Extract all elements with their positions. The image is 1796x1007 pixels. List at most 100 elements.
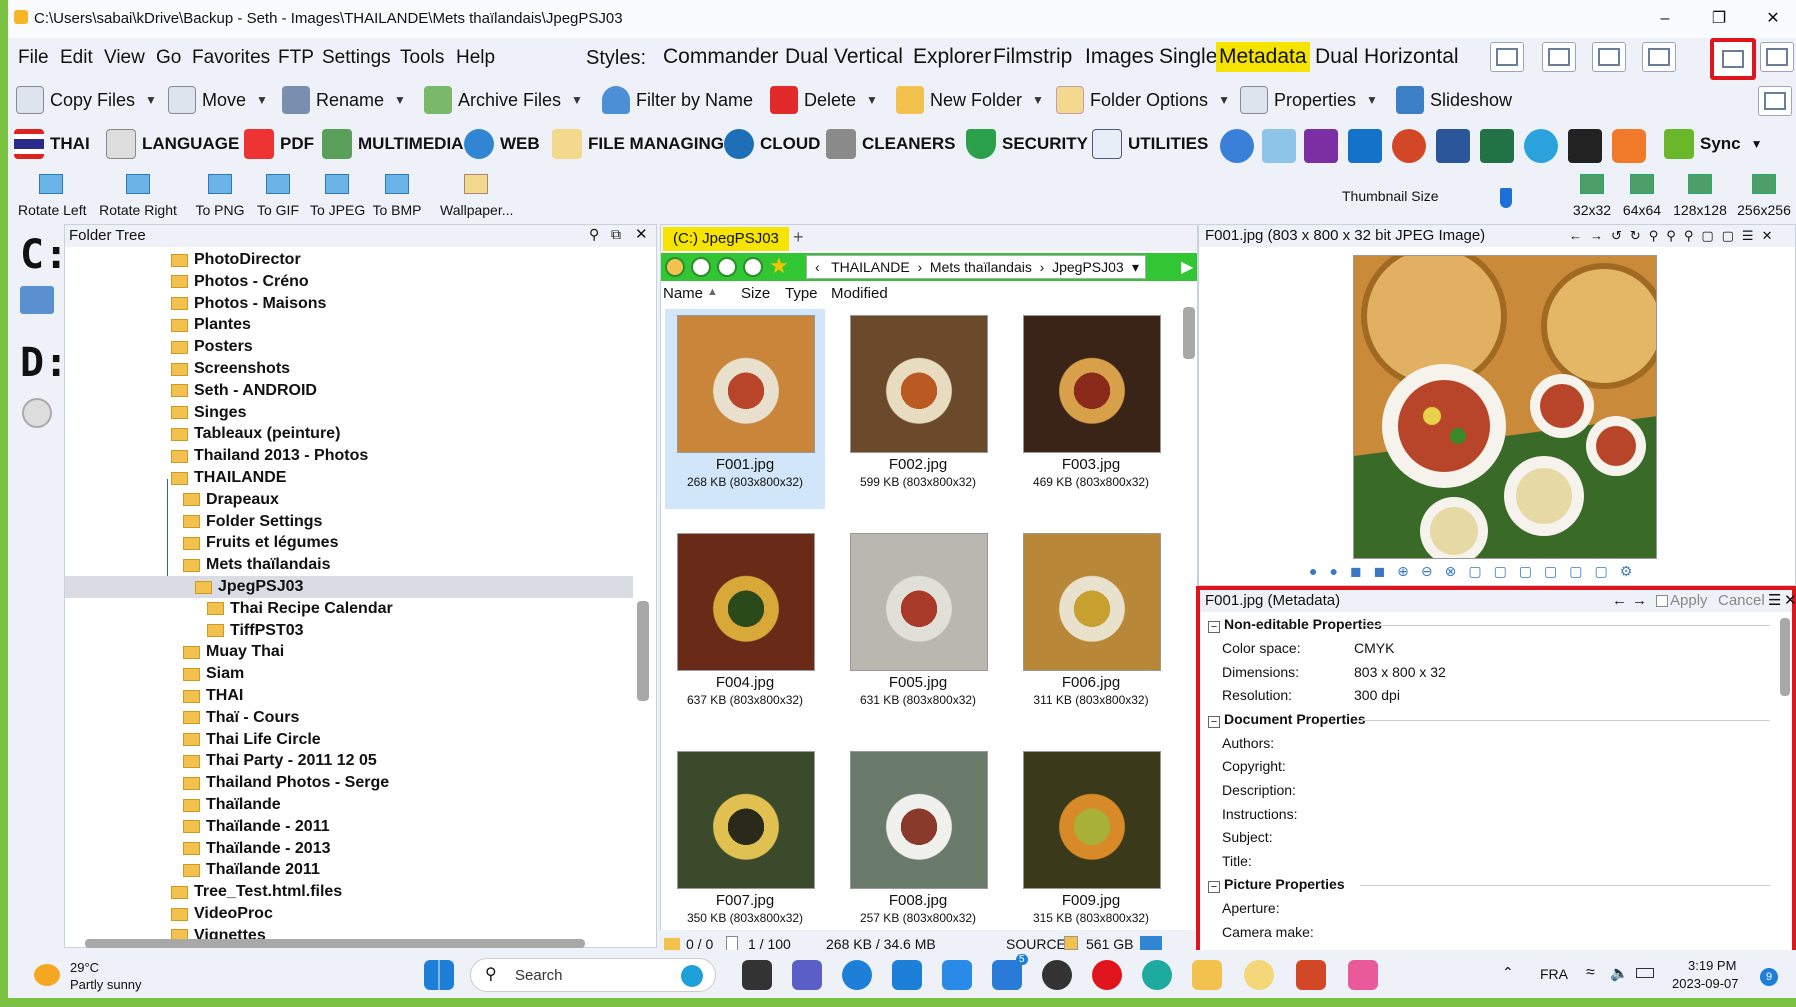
- tree-item[interactable]: Drapeaux: [183, 489, 279, 511]
- tree-item[interactable]: Posters: [171, 336, 253, 358]
- file-vertical-scrollbar[interactable]: [1183, 307, 1195, 359]
- apply-button[interactable]: Apply: [1670, 590, 1708, 612]
- new-folder-button[interactable]: New Folder ▼: [896, 82, 1044, 118]
- menu-view[interactable]: View: [104, 47, 145, 69]
- tree-item[interactable]: Thaïlande 2011: [183, 859, 320, 881]
- style-filmstrip[interactable]: Filmstrip: [990, 42, 1075, 72]
- to-jpeg-button[interactable]: To JPEG: [310, 168, 365, 224]
- tree-item[interactable]: Thaïlande: [183, 794, 281, 816]
- chevron-down-icon[interactable]: ▾: [1132, 256, 1139, 278]
- tree-item[interactable]: TiffPST03: [207, 620, 304, 642]
- collapse-icon[interactable]: −: [1208, 621, 1220, 633]
- tree-vertical-scrollbar[interactable]: [637, 601, 649, 701]
- col-size[interactable]: Size: [741, 285, 770, 302]
- powerpoint-icon[interactable]: [1392, 129, 1426, 163]
- metadata-section[interactable]: − Picture Properties: [1208, 876, 1345, 894]
- drive-d[interactable]: D:: [20, 340, 68, 386]
- windows-start-icon[interactable]: [424, 960, 454, 990]
- style-metadata[interactable]: Metadata: [1216, 42, 1310, 72]
- close-tree-icon[interactable]: ✕: [635, 225, 648, 243]
- file-thumbnail[interactable]: F009.jpg 315 KB (803x800x32): [1011, 745, 1171, 945]
- layout-check-icon[interactable]: [1490, 42, 1524, 72]
- menu-favorites[interactable]: Favorites: [192, 47, 270, 69]
- size-128-button[interactable]: 128x128: [1670, 168, 1730, 224]
- next-file-icon[interactable]: →: [1632, 590, 1647, 612]
- tree-item[interactable]: Photos - Créno: [171, 271, 309, 293]
- category-file-managing[interactable]: FILE MANAGING: [552, 126, 724, 162]
- copy-files-button[interactable]: Copy Files ▼: [16, 82, 157, 118]
- metadata-scrollbar[interactable]: [1780, 618, 1790, 696]
- weather-temp[interactable]: 29°C: [70, 960, 99, 975]
- wallpaper-button[interactable]: Wallpaper...: [440, 168, 513, 224]
- file-thumbnail[interactable]: F006.jpg 311 KB (803x800x32): [1011, 527, 1171, 727]
- category-pdf[interactable]: PDF: [244, 126, 314, 162]
- menu-ftp[interactable]: FTP: [278, 47, 314, 69]
- close-window-button[interactable]: ✕: [1756, 6, 1790, 32]
- size-256-button[interactable]: 256x256: [1734, 168, 1794, 224]
- category-cloud[interactable]: CLOUD: [724, 126, 820, 162]
- tree-item[interactable]: Photos - Maisons: [171, 293, 326, 315]
- col-type[interactable]: Type: [785, 285, 818, 302]
- teams-icon[interactable]: [792, 960, 822, 990]
- clock-time[interactable]: 3:19 PM: [1688, 958, 1736, 973]
- menu-file[interactable]: File: [18, 47, 49, 69]
- explorer-icon[interactable]: [1192, 960, 1222, 990]
- prev-file-icon[interactable]: ←: [1612, 590, 1627, 612]
- menu-icon[interactable]: ☰: [1768, 590, 1781, 612]
- favorite-star-icon[interactable]: ★: [769, 253, 789, 279]
- wifi-icon[interactable]: ≈: [1586, 964, 1595, 982]
- tree-item[interactable]: THAILANDE: [171, 467, 286, 489]
- layout-preview-icon[interactable]: [1592, 42, 1626, 72]
- pane-settings-icon[interactable]: [1758, 86, 1792, 116]
- tree-item[interactable]: VideoProc: [171, 903, 273, 925]
- tab-jpegpsj03[interactable]: (C:) JpegPSJ03: [663, 227, 789, 251]
- style-explorer[interactable]: Explorer: [910, 42, 994, 72]
- metadata-value[interactable]: CMYK: [1354, 640, 1394, 656]
- file-thumbnail[interactable]: F004.jpg 637 KB (803x800x32): [665, 527, 825, 727]
- collapse-icon[interactable]: −: [1208, 715, 1220, 728]
- tree-item[interactable]: Thailand Photos - Serge: [183, 772, 389, 794]
- category-thai[interactable]: THAI: [14, 126, 90, 162]
- rotate-left-button[interactable]: Rotate Left: [18, 168, 87, 224]
- tree-item[interactable]: PhotoDirector: [171, 249, 301, 271]
- crumb-thailande[interactable]: THAILANDE: [831, 259, 910, 275]
- store-icon[interactable]: [942, 960, 972, 990]
- media-player-icon[interactable]: [1568, 129, 1602, 163]
- menu-edit[interactable]: Edit: [60, 47, 93, 69]
- menu-go[interactable]: Go: [156, 47, 181, 69]
- menu-tools[interactable]: Tools: [400, 47, 444, 69]
- volume-icon[interactable]: 🔈: [1610, 964, 1629, 982]
- sync-button[interactable]: Sync ▼: [1664, 126, 1763, 162]
- tree-item[interactable]: THAI: [183, 685, 243, 707]
- to-gif-button[interactable]: To GIF: [256, 168, 300, 224]
- cancel-button[interactable]: Cancel: [1718, 590, 1765, 612]
- category-language[interactable]: LANGUAGE: [106, 126, 239, 162]
- home-icon[interactable]: [665, 257, 685, 277]
- size-64-button[interactable]: 64x64: [1620, 168, 1664, 224]
- layout-metadata-icon[interactable]: [1710, 38, 1756, 80]
- back-icon[interactable]: [691, 257, 711, 277]
- file-thumbnail[interactable]: F001.jpg 268 KB (803x800x32): [665, 309, 825, 509]
- filter-by-name-button[interactable]: Filter by Name: [602, 82, 753, 118]
- collapse-icon[interactable]: −: [1208, 881, 1220, 894]
- tray-chevron-icon[interactable]: ⌃: [1502, 964, 1514, 981]
- crumb-jpegpsj03[interactable]: JpegPSJ03: [1052, 259, 1124, 275]
- metadata-section[interactable]: − Document Properties: [1208, 711, 1366, 728]
- tree-item[interactable]: Fruits et légumes: [183, 532, 338, 554]
- restore-button[interactable]: ❐: [1702, 6, 1736, 32]
- size-32-button[interactable]: 32x32: [1570, 168, 1614, 224]
- crumb-mets[interactable]: Mets thaïlandais: [930, 259, 1032, 275]
- category-multimedia[interactable]: MULTIMEDIA: [322, 126, 463, 162]
- undock-icon[interactable]: ⧉: [611, 226, 621, 243]
- layout-columns-icon[interactable]: [1542, 42, 1576, 72]
- add-tab-button[interactable]: +: [793, 227, 804, 248]
- tree-item[interactable]: Siam: [183, 663, 244, 685]
- snipping-icon[interactable]: [1348, 960, 1378, 990]
- file-thumbnail[interactable]: F007.jpg 350 KB (803x800x32): [665, 745, 825, 945]
- task-view-icon[interactable]: [742, 960, 772, 990]
- file-thumbnail[interactable]: F002.jpg 599 KB (803x800x32): [838, 309, 998, 509]
- style-dual-vertical[interactable]: Dual Vertical: [782, 42, 906, 72]
- opera-icon[interactable]: [1092, 960, 1122, 990]
- weather-desc[interactable]: Partly sunny: [70, 977, 142, 992]
- apply-checkbox[interactable]: [1656, 595, 1668, 607]
